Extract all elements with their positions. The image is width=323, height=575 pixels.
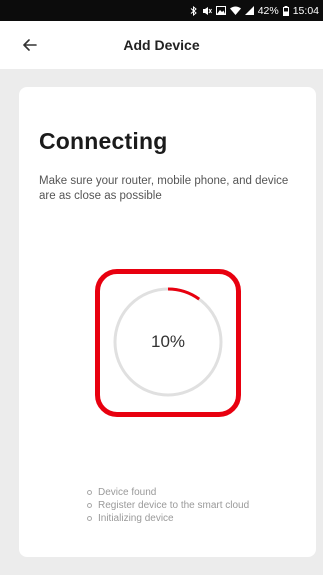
step-label: Device found (98, 487, 157, 498)
clock: 15:04 (292, 4, 319, 17)
bullet-icon (87, 503, 92, 508)
list-item: Device found (87, 486, 249, 499)
app-header: Add Device (0, 21, 323, 69)
back-button[interactable] (18, 33, 42, 57)
mute-icon (202, 6, 212, 16)
connection-steps: Device found Register device to the smar… (87, 486, 249, 525)
image-icon (215, 6, 226, 15)
step-label: Register device to the smart cloud (98, 500, 250, 511)
card-description: Make sure your router, mobile phone, and… (39, 175, 289, 202)
card-title: Connecting (39, 128, 168, 154)
progress-ring: 10% (112, 286, 224, 398)
wifi-icon (229, 6, 241, 15)
page-title: Add Device (123, 37, 200, 53)
list-item: Register device to the smart cloud (87, 499, 249, 512)
bullet-icon (87, 490, 92, 495)
step-label: Initializing device (98, 513, 174, 524)
list-item: Initializing device (87, 512, 249, 525)
back-arrow-icon (23, 39, 37, 51)
signal-icon (244, 6, 254, 15)
progress-percent: 10% (150, 332, 186, 351)
bullet-icon (87, 516, 92, 521)
bluetooth-icon (190, 5, 198, 16)
connecting-card: Connecting Make sure your router, mobile… (19, 87, 316, 557)
battery-percent: 42% (257, 4, 279, 17)
status-bar: 42% 15:04 (0, 0, 323, 21)
battery-icon (282, 5, 289, 16)
